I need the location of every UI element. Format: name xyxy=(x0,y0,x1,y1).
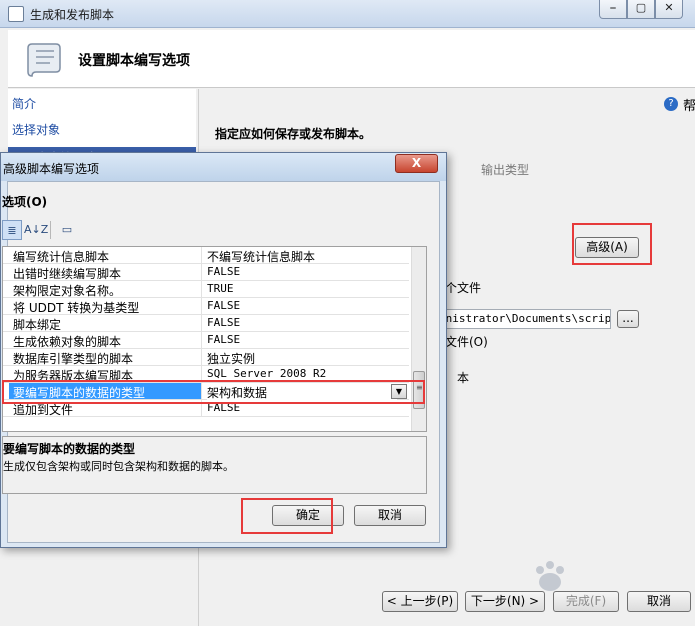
grid-value: 不编写统计信息脚本 xyxy=(207,250,316,264)
property-grid: 编写统计信息脚本 不编写统计信息脚本 出错时继续编写脚本 FALSE 架构限定对… xyxy=(2,246,427,432)
grid-divider xyxy=(201,332,202,349)
grid-key: 将 UDDT 转换为基类型 xyxy=(13,301,140,315)
grid-key: 生成依赖对象的脚本 xyxy=(13,335,122,349)
help-link[interactable]: 帮 xyxy=(683,95,695,114)
back-button[interactable]: < 上一步(P) xyxy=(382,591,458,612)
close-button[interactable]: ✕ xyxy=(655,0,683,19)
grid-key: 脚本绑定 xyxy=(13,318,62,332)
script-label: 本 xyxy=(457,371,470,385)
script-scroll-icon xyxy=(27,43,61,77)
single-file-label: 个文件 xyxy=(445,281,482,295)
maximize-button[interactable]: ▢ xyxy=(627,0,655,19)
toolbar-separator xyxy=(50,221,51,239)
app-icon xyxy=(8,6,24,22)
grid-value: FALSE xyxy=(207,299,241,312)
grid-divider xyxy=(201,281,202,298)
dialog-body: 选项(O) ≣ A↓Z ▭ 编写统计信息脚本 不编写统计信息脚本 出错时继续编写… xyxy=(2,181,440,543)
categorized-icon[interactable]: ≣ xyxy=(2,220,22,240)
window-titlebar: 生成和发布脚本 ⎯ ▢ ✕ xyxy=(0,0,695,28)
browse-button[interactable]: ... xyxy=(617,310,639,328)
grid-row[interactable]: 将 UDDT 转换为基类型 FALSE xyxy=(3,298,409,315)
highlight-advanced xyxy=(572,223,652,265)
dialog-close-button[interactable]: X xyxy=(395,154,438,173)
grid-key: 架构限定对象名称。 xyxy=(13,284,122,298)
nav-item-intro[interactable]: 简介 xyxy=(12,95,36,112)
grid-row[interactable]: 生成依赖对象的脚本 FALSE xyxy=(3,332,409,349)
help-icon[interactable]: ? xyxy=(664,97,678,111)
grid-key: 编写统计信息脚本 xyxy=(13,250,110,264)
advanced-options-dialog: 高级脚本编写选项 X 选项(O) ≣ A↓Z ▭ 编写统计信息脚本 不编写统计信… xyxy=(0,152,447,548)
grid-value: SQL Server 2008 R2 xyxy=(207,367,327,380)
grid-value: 独立实例 xyxy=(207,352,256,366)
grid-divider xyxy=(201,349,202,366)
minimize-button[interactable]: ⎯ xyxy=(599,0,627,19)
caption-buttons: ⎯ ▢ ✕ xyxy=(599,0,683,20)
grid-value: FALSE xyxy=(207,316,241,329)
grid-row[interactable]: 编写统计信息脚本 不编写统计信息脚本 xyxy=(3,247,409,264)
grid-value: FALSE xyxy=(207,265,241,278)
grid-divider xyxy=(201,247,202,264)
grid-key: 数据库引擎类型的脚本 xyxy=(13,352,134,366)
grid-divider xyxy=(201,315,202,332)
grid-divider xyxy=(201,298,202,315)
dialog-title: 高级脚本编写选项 xyxy=(3,162,100,176)
file-path-input[interactable]: inistrator\Documents\script xyxy=(435,309,611,329)
grid-row[interactable]: 数据库引擎类型的脚本 独立实例 xyxy=(3,349,409,366)
wizard-header: 设置脚本编写选项 xyxy=(8,30,695,88)
grid-key: 出错时继续编写脚本 xyxy=(13,267,122,281)
dialog-titlebar: 高级脚本编写选项 X xyxy=(1,153,446,181)
dialog-cancel-button[interactable]: 取消 xyxy=(354,505,426,526)
description-title: 要编写脚本的数据的类型 xyxy=(3,442,136,456)
window-title: 生成和发布脚本 xyxy=(30,8,115,22)
page-title: 设置脚本编写选项 xyxy=(78,53,190,69)
highlight-ok xyxy=(241,498,333,534)
grid-value: FALSE xyxy=(207,333,241,346)
highlight-selected-row xyxy=(2,380,425,404)
options-label: 选项(O) xyxy=(2,195,48,209)
sort-alphabetical-icon[interactable]: A↓Z xyxy=(24,220,48,240)
description-text: 生成仅包含架构或同时包含架构和数据的脚本。 xyxy=(3,460,234,473)
baidu-watermark xyxy=(536,561,564,591)
property-pages-icon[interactable]: ▭ xyxy=(57,220,77,240)
grid-divider xyxy=(201,264,202,281)
property-toolbar: ≣ A↓Z ▭ xyxy=(2,220,77,242)
nav-item-select-objects[interactable]: 选择对象 xyxy=(12,121,60,138)
instruction-text: 指定应如何保存或发布脚本。 xyxy=(215,127,372,141)
grid-row[interactable]: 出错时继续编写脚本 FALSE xyxy=(3,264,409,281)
grid-value: TRUE xyxy=(207,282,234,295)
output-type-label: 输出类型 xyxy=(481,163,530,177)
grid-row[interactable]: 脚本绑定 FALSE xyxy=(3,315,409,332)
file-option-label: 文件(O) xyxy=(445,335,488,349)
grid-row[interactable]: 架构限定对象名称。 TRUE xyxy=(3,281,409,298)
description-panel: 要编写脚本的数据的类型 生成仅包含架构或同时包含架构和数据的脚本。 xyxy=(2,436,427,494)
